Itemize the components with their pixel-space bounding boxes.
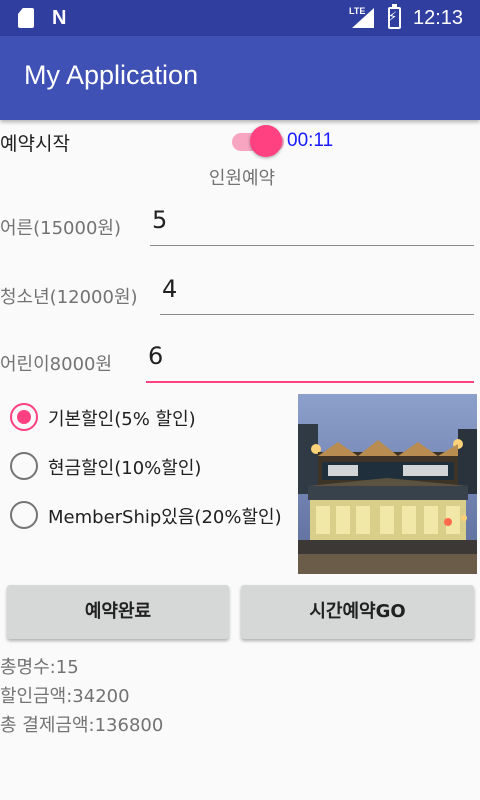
battery-charging-icon bbox=[388, 4, 401, 29]
youth-count-input[interactable]: 4 bbox=[160, 275, 474, 315]
radio-checked-icon[interactable] bbox=[10, 403, 38, 431]
app-title: My Application bbox=[24, 60, 199, 90]
amusement-park-photo bbox=[298, 394, 477, 574]
section-title: 인원예약 bbox=[208, 168, 276, 189]
discount-cash-radio[interactable]: 현금할인(10%할인) bbox=[10, 448, 300, 484]
total-payment-text: 총 결제금액:136800 bbox=[0, 715, 164, 736]
adult-label: 어른(15000원) bbox=[0, 218, 121, 239]
complete-reservation-button[interactable]: 예약완료 bbox=[7, 585, 229, 639]
total-people-text: 총명수:15 bbox=[0, 657, 79, 678]
radio-unchecked-icon[interactable] bbox=[10, 501, 38, 529]
youth-label: 청소년(12000원) bbox=[0, 287, 138, 308]
app-bar: My Application bbox=[0, 36, 480, 120]
time-reservation-button[interactable]: 시간예약GO bbox=[241, 585, 474, 639]
discount-amount-text: 할인금액:34200 bbox=[0, 686, 130, 707]
status-bar: N LTE 12:13 bbox=[0, 0, 480, 36]
adult-count-input[interactable]: 5 bbox=[150, 206, 474, 246]
sd-card-icon bbox=[18, 8, 34, 28]
discount-membership-label[interactable]: MemberShip있음(20%할인) bbox=[48, 503, 282, 529]
child-label: 어린이8000원 bbox=[0, 354, 113, 375]
n-notification-icon: N bbox=[52, 7, 67, 29]
switch-thumb[interactable] bbox=[250, 125, 282, 157]
discount-cash-label[interactable]: 현금할인(10%할인) bbox=[48, 454, 201, 480]
chronometer: 00:11 bbox=[287, 130, 334, 151]
radio-unchecked-icon[interactable] bbox=[10, 452, 38, 480]
status-time: 12:13 bbox=[413, 7, 464, 29]
discount-basic-label[interactable]: 기본할인(5% 할인) bbox=[48, 405, 196, 431]
lte-label: LTE bbox=[349, 6, 366, 16]
reservation-start-label: 예약시작 bbox=[0, 133, 70, 155]
discount-basic-radio[interactable]: 기본할인(5% 할인) bbox=[10, 399, 300, 435]
child-count-input[interactable]: 6 bbox=[146, 342, 474, 383]
discount-membership-radio[interactable]: MemberShip있음(20%할인) bbox=[10, 497, 300, 533]
